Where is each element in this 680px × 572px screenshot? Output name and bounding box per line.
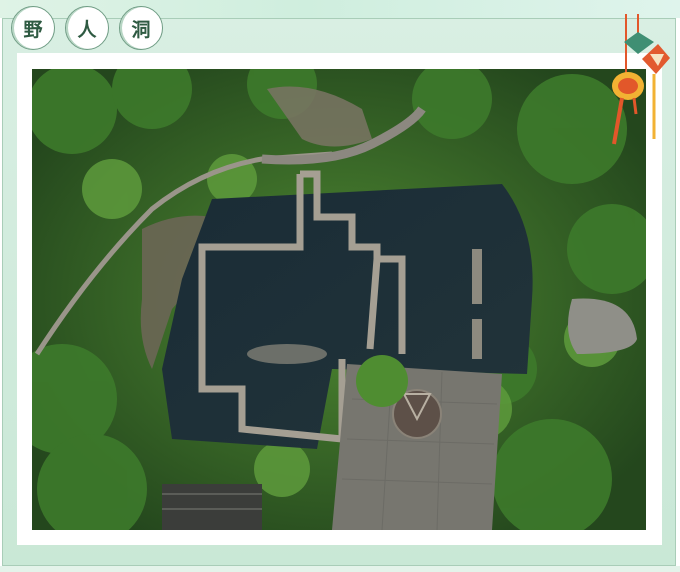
bottom-decor-band [0, 566, 680, 572]
hanging-sachet-ornament-icon [606, 14, 676, 159]
title-char-2: 人 [65, 6, 109, 50]
title-char-1: 野 [11, 6, 55, 50]
aerial-photo [32, 69, 646, 530]
title-badges: 野 人 洞 [11, 6, 163, 50]
title-char-3: 洞 [119, 6, 163, 50]
